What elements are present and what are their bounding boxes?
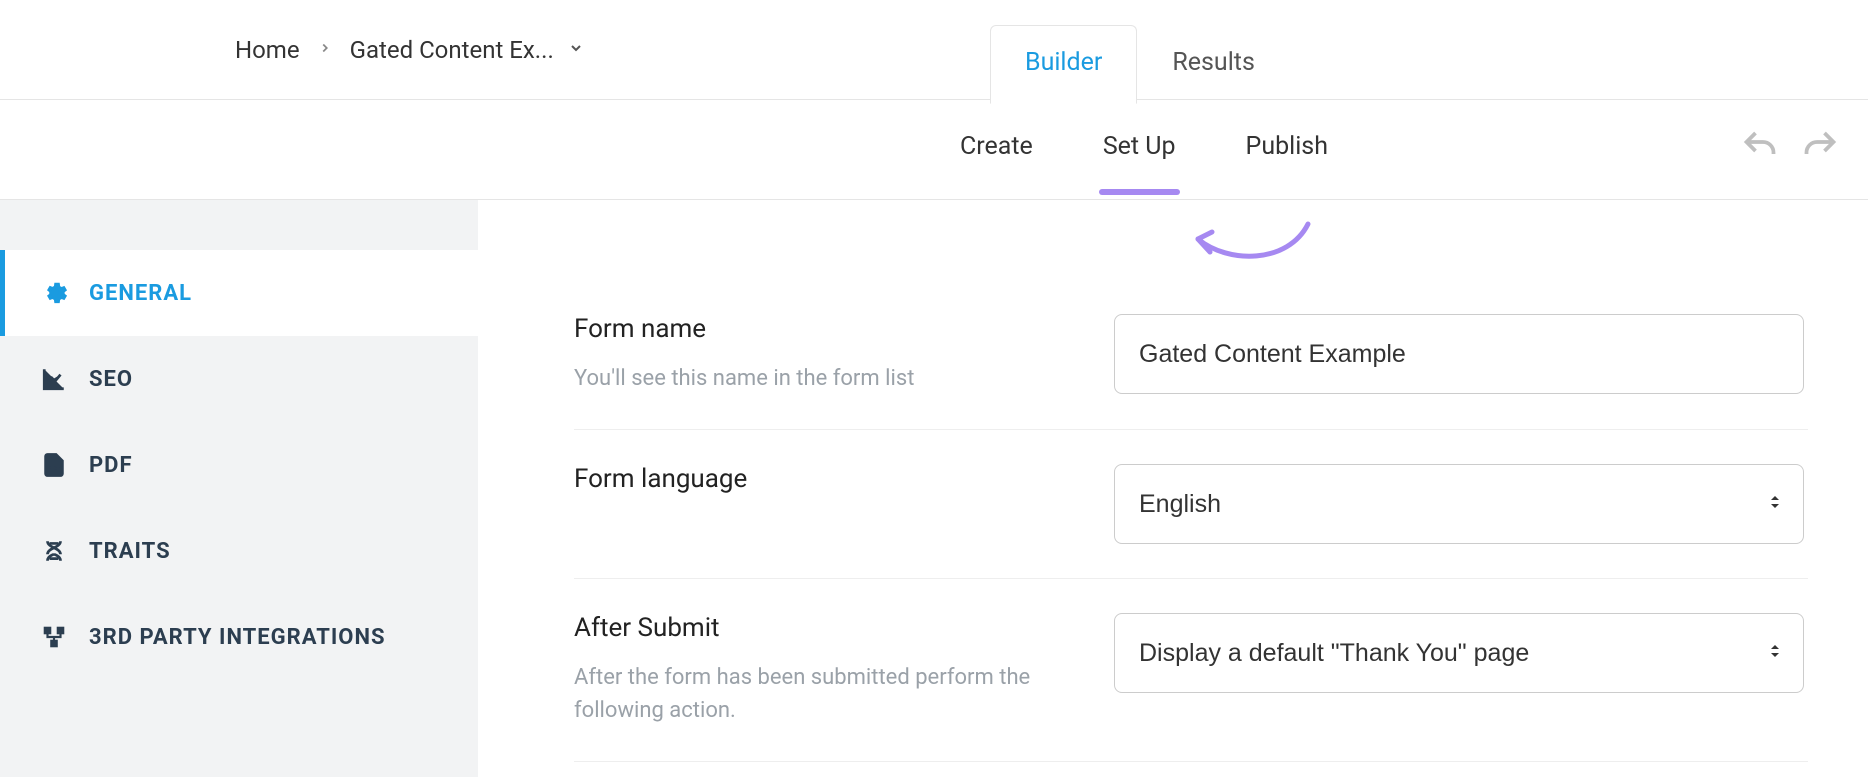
page-body: GENERAL SEO PDF PDF TRAITS 3RD PARTY INT… xyxy=(0,200,1868,777)
chevron-right-icon xyxy=(318,39,332,60)
row-form-name: Form name You'll see this name in the fo… xyxy=(574,280,1808,430)
secondary-nav: Create Set Up Publish xyxy=(0,100,1868,200)
settings-content: Form name You'll see this name in the fo… xyxy=(478,200,1868,777)
sidebar-item-seo[interactable]: SEO xyxy=(0,336,478,422)
form-name-input[interactable] xyxy=(1114,314,1804,394)
sidebar-item-label: TRAITS xyxy=(89,539,171,564)
pdf-file-icon: PDF xyxy=(41,452,67,478)
row-after-submit: After Submit After the form has been sub… xyxy=(574,579,1808,762)
breadcrumb: Home Gated Content Ex... xyxy=(235,0,584,99)
sidebar-item-label: PDF xyxy=(89,453,133,478)
secnav-setup[interactable]: Set Up xyxy=(1103,132,1176,167)
sidebar-item-label: SEO xyxy=(89,367,133,392)
tab-builder[interactable]: Builder xyxy=(990,25,1137,104)
row-form-language: Form language English xyxy=(574,430,1808,579)
form-name-hint: You'll see this name in the form list xyxy=(574,362,1074,395)
sidebar-item-general[interactable]: GENERAL xyxy=(0,250,478,336)
undo-redo-group xyxy=(1742,130,1838,170)
dna-icon xyxy=(41,538,67,564)
secnav-publish[interactable]: Publish xyxy=(1246,132,1328,167)
form-language-select[interactable]: English xyxy=(1114,464,1804,544)
sidebar-item-label: GENERAL xyxy=(89,281,192,306)
breadcrumb-home[interactable]: Home xyxy=(235,36,300,64)
gear-icon xyxy=(41,280,67,306)
form-name-label: Form name xyxy=(574,314,1074,344)
svg-text:PDF: PDF xyxy=(48,464,63,472)
integrations-icon xyxy=(41,624,67,650)
main-tabs: Builder Results xyxy=(990,24,1290,103)
sidebar-item-pdf[interactable]: PDF PDF xyxy=(0,422,478,508)
after-submit-label: After Submit xyxy=(574,613,1074,643)
settings-sidebar: GENERAL SEO PDF PDF TRAITS 3RD PARTY INT… xyxy=(0,200,478,777)
breadcrumb-current[interactable]: Gated Content Ex... xyxy=(350,36,554,64)
after-submit-select[interactable]: Display a default "Thank You" page xyxy=(1114,613,1804,693)
chart-line-icon xyxy=(41,366,67,392)
secnav-create[interactable]: Create xyxy=(960,132,1033,167)
sidebar-item-integrations[interactable]: 3RD PARTY INTEGRATIONS xyxy=(0,594,478,680)
chevron-down-icon[interactable] xyxy=(568,40,584,60)
app-header: Home Gated Content Ex... Builder Results xyxy=(0,0,1868,100)
undo-icon[interactable] xyxy=(1742,130,1778,170)
sidebar-item-label: 3RD PARTY INTEGRATIONS xyxy=(89,625,386,650)
redo-icon[interactable] xyxy=(1802,130,1838,170)
form-language-label: Form language xyxy=(574,464,1074,494)
tab-results[interactable]: Results xyxy=(1137,25,1290,103)
annotation-arrow-icon xyxy=(1178,214,1318,274)
sidebar-item-traits[interactable]: TRAITS xyxy=(0,508,478,594)
after-submit-hint: After the form has been submitted perfor… xyxy=(574,661,1074,727)
